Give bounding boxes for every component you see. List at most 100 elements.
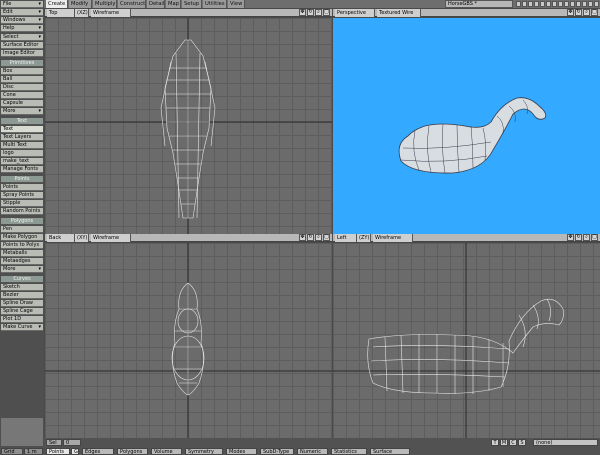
rotate-icon[interactable]: ↻ xyxy=(307,234,314,241)
select-menu[interactable]: Select xyxy=(1,34,43,41)
viewport-canvas[interactable] xyxy=(333,18,600,235)
edit-menu[interactable]: Edit xyxy=(1,9,43,16)
manage-fonts-button[interactable]: Manage Fonts xyxy=(1,166,43,173)
layer-button[interactable] xyxy=(534,1,539,7)
viewport-left[interactable]: Left (ZY) Wireframe ✥ ↻ ⌕ ▢ xyxy=(333,234,600,438)
zoom-icon[interactable]: ⌕ xyxy=(583,234,590,241)
image-editor-button[interactable]: Image Editor xyxy=(1,50,43,57)
spline-cage-tool[interactable]: Spline Cage xyxy=(1,308,43,315)
make-polygon-tool[interactable]: Make Polygon xyxy=(1,234,43,241)
view-type-dropdown[interactable]: Back xyxy=(47,234,75,242)
help-menu[interactable]: Help xyxy=(1,25,43,32)
view-type-dropdown[interactable]: Left xyxy=(335,234,357,242)
tab-create[interactable]: Create xyxy=(46,0,68,8)
tab-utilities[interactable]: Utilities xyxy=(203,0,227,8)
render-mode-dropdown[interactable]: Textured Wire xyxy=(377,9,421,17)
viewport-top[interactable]: Top (XZ) Wireframe ✥ ↻ ⌕ ▢ xyxy=(45,9,332,235)
maximize-icon[interactable]: ▢ xyxy=(323,9,330,16)
disc-tool[interactable]: Disc xyxy=(1,84,43,91)
layer-button[interactable] xyxy=(546,1,551,7)
viewport-canvas[interactable] xyxy=(45,18,332,235)
tab-setup[interactable]: Setup xyxy=(182,0,202,8)
view-toggle-m[interactable]: M xyxy=(500,439,508,446)
layer-button[interactable] xyxy=(540,1,545,7)
edges-mode-button[interactable]: Edges xyxy=(82,448,114,455)
volume-button[interactable]: Volume xyxy=(151,448,182,455)
spline-draw-tool[interactable]: Spline Draw xyxy=(1,300,43,307)
layer-button[interactable] xyxy=(582,1,587,7)
ball-tool[interactable]: Ball xyxy=(1,76,43,83)
view-type-dropdown[interactable]: Top xyxy=(47,9,75,17)
tab-map[interactable]: Map xyxy=(166,0,181,8)
view-toggle-t[interactable]: T xyxy=(491,439,499,446)
tab-view[interactable]: View xyxy=(228,0,245,8)
tab-detail[interactable]: Detail xyxy=(147,0,165,8)
bezier-tool[interactable]: Bezier xyxy=(1,292,43,299)
view-toggle-s[interactable]: S xyxy=(518,439,526,446)
box-tool[interactable]: Box xyxy=(1,68,43,75)
viewport-back[interactable]: Back (XY) Wireframe ✥ ↻ ⌕ ▢ xyxy=(45,234,332,438)
move-icon[interactable]: ✥ xyxy=(567,234,574,241)
render-mode-dropdown[interactable]: Wireframe xyxy=(91,234,131,242)
windows-menu[interactable]: Windows xyxy=(1,17,43,24)
points-mode-button[interactable]: Points xyxy=(46,448,70,455)
layer-button[interactable] xyxy=(570,1,575,7)
make-text-tool[interactable]: make_text xyxy=(1,158,43,165)
polygons-more-menu[interactable]: More xyxy=(1,266,43,273)
tab-construct[interactable]: Construct xyxy=(118,0,146,8)
cone-tool[interactable]: Cone xyxy=(1,92,43,99)
surface-dropdown[interactable]: (none) xyxy=(533,439,598,446)
statistics-button[interactable]: Statistics xyxy=(331,448,367,455)
capsule-tool[interactable]: Capsule xyxy=(1,100,43,107)
rotate-icon[interactable]: ↻ xyxy=(575,234,582,241)
maximize-icon[interactable]: ▢ xyxy=(323,234,330,241)
layer-button[interactable] xyxy=(528,1,533,7)
polygons-mode-button[interactable]: Polygons xyxy=(117,448,148,455)
subd-type-dropdown[interactable]: SubD-Type xyxy=(260,448,294,455)
modes-dropdown[interactable]: Modes xyxy=(226,448,257,455)
plot-1d-tool[interactable]: Plot 1D xyxy=(1,316,43,323)
surface-button[interactable]: Surface xyxy=(370,448,410,455)
render-mode-dropdown[interactable]: Wireframe xyxy=(91,9,131,17)
primitives-more-menu[interactable]: More xyxy=(1,108,43,115)
layer-button[interactable] xyxy=(564,1,569,7)
points-tool[interactable]: Points xyxy=(1,184,43,191)
view-toggle-c[interactable]: C xyxy=(509,439,517,446)
metaedges-tool[interactable]: Metaedges xyxy=(1,258,43,265)
layer-button[interactable] xyxy=(588,1,593,7)
zoom-icon[interactable]: ⌕ xyxy=(583,9,590,16)
numeric-button[interactable]: Numeric xyxy=(297,448,328,455)
view-type-dropdown[interactable]: Perspective xyxy=(335,9,375,17)
layer-button[interactable] xyxy=(516,1,521,7)
multi-text-tool[interactable]: Multi Text xyxy=(1,142,43,149)
layer-button[interactable] xyxy=(552,1,557,7)
make-curve-menu[interactable]: Make Curve xyxy=(1,324,43,331)
layer-button[interactable] xyxy=(522,1,527,7)
random-points-tool[interactable]: Random Points xyxy=(1,208,43,215)
move-icon[interactable]: ✥ xyxy=(299,234,306,241)
symmetry-button[interactable]: Symmetry xyxy=(185,448,223,455)
move-icon[interactable]: ✥ xyxy=(299,9,306,16)
sketch-tool[interactable]: Sketch xyxy=(1,284,43,291)
points-mode-suffix[interactable]: G xyxy=(71,448,79,455)
zoom-icon[interactable]: ⌕ xyxy=(315,234,322,241)
metaballs-tool[interactable]: Metaballs xyxy=(1,250,43,257)
points-to-polys-tool[interactable]: Points to Polys xyxy=(1,242,43,249)
text-tool[interactable]: Text xyxy=(1,126,43,133)
rotate-icon[interactable]: ↻ xyxy=(575,9,582,16)
logo-tool[interactable]: logo xyxy=(1,150,43,157)
maximize-icon[interactable]: ▢ xyxy=(591,234,598,241)
render-mode-dropdown[interactable]: Wireframe xyxy=(373,234,413,242)
text-layers-tool[interactable]: Text Layers xyxy=(1,134,43,141)
layer-button[interactable] xyxy=(558,1,563,7)
scene-dropdown[interactable]: HorseGBS * xyxy=(445,0,513,8)
stipple-tool[interactable]: Stipple xyxy=(1,200,43,207)
move-icon[interactable]: ✥ xyxy=(567,9,574,16)
layer-button[interactable] xyxy=(576,1,581,7)
zoom-icon[interactable]: ⌕ xyxy=(315,9,322,16)
viewport-canvas[interactable] xyxy=(45,243,332,438)
layer-button[interactable] xyxy=(594,1,599,7)
surface-editor-button[interactable]: Surface Editor xyxy=(1,42,43,49)
pen-tool[interactable]: Pen xyxy=(1,226,43,233)
viewport-perspective[interactable]: Perspective Textured Wire ✥ ↻ ⌕ ▢ xyxy=(333,9,600,235)
